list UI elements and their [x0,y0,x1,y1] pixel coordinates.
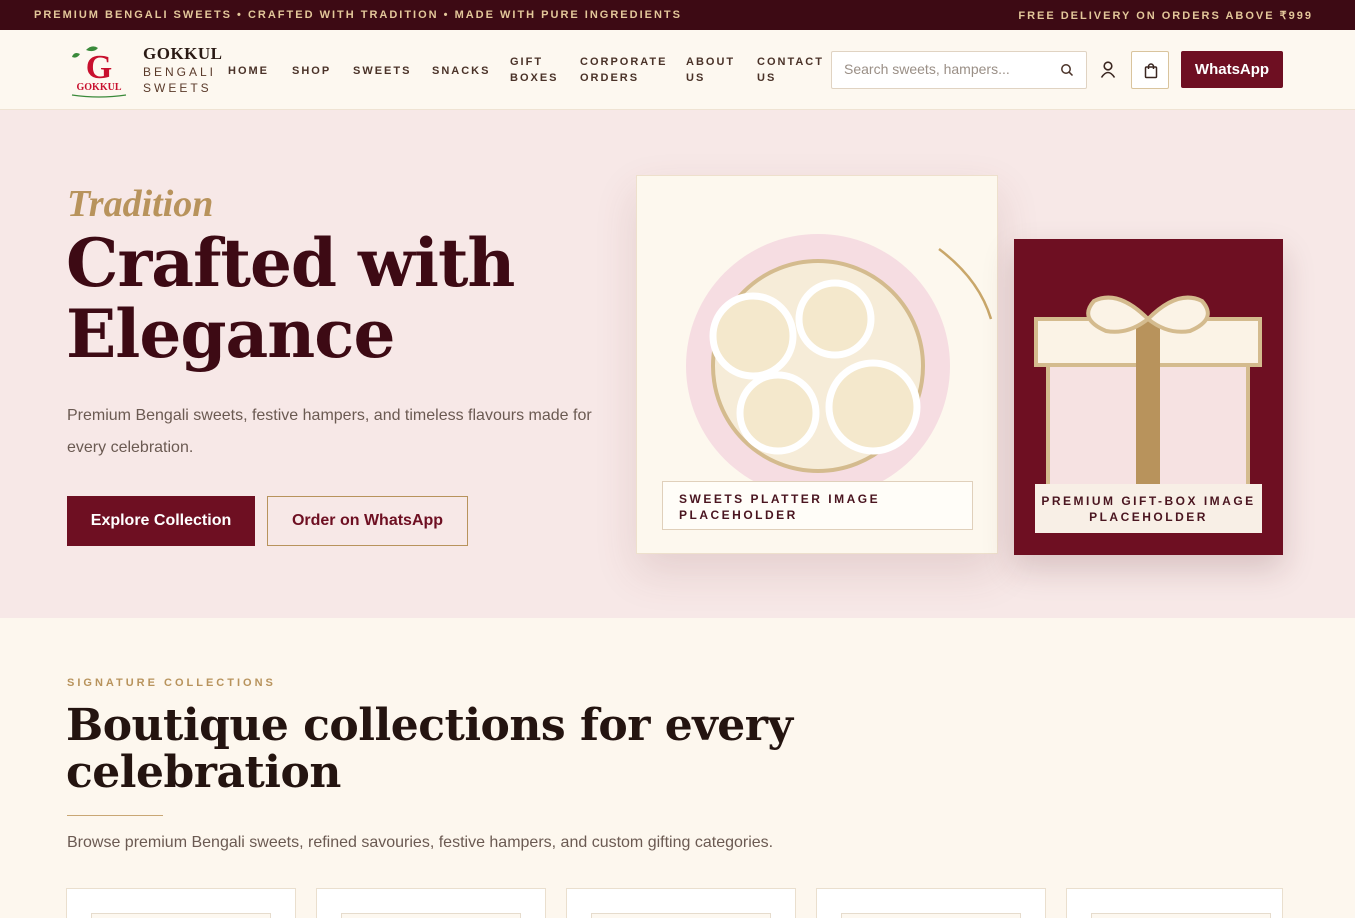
sweets-platter-card: SWEETS PLATTER IMAGE PLACEHOLDER [636,175,998,554]
announcement-bar: PREMIUM BENGALI SWEETS • CRAFTED WITH TR… [0,0,1355,30]
hero-eyebrow: Tradition [67,183,214,225]
search-input[interactable] [844,61,1044,77]
collections-divider [67,815,163,816]
svg-text:GOKKUL: GOKKUL [76,82,121,93]
collections-eyebrow: SIGNATURE COLLECTIONS [67,677,276,689]
collection-card-image [91,913,271,918]
hero-description: Premium Bengali sweets, festive hampers,… [67,407,592,456]
nav-snacks[interactable]: SNACKS [432,63,490,79]
collection-card[interactable] [566,888,796,918]
shopping-bag-icon [1144,63,1158,79]
search-icon[interactable] [1060,63,1074,82]
collection-card[interactable] [66,888,296,918]
nav-corporate-orders[interactable]: CORPORATE ORDERS [580,54,670,86]
svg-text:G: G [86,49,112,86]
site-header: G GOKKUL GOKKUL BENGALI SWEETS HOME SHOP… [0,30,1355,110]
hero-section: Tradition Crafted with Elegance Premium … [0,110,1355,618]
search-box [831,51,1087,89]
order-on-whatsapp-button[interactable]: Order on WhatsApp [267,496,468,546]
collection-card[interactable] [316,888,546,918]
collection-card-image [1091,913,1271,918]
nav-gift-boxes[interactable]: GIFT BOXES [510,54,570,86]
explore-collection-button[interactable]: Explore Collection [67,496,255,546]
whatsapp-button[interactable]: WhatsApp [1181,51,1283,88]
collection-card-image [341,913,521,918]
sweets-platter-label: SWEETS PLATTER IMAGE PLACEHOLDER [662,481,973,530]
collections-title: Boutique collections for every celebrati… [66,700,793,798]
collection-card[interactable] [1066,888,1283,918]
announcement-left: PREMIUM BENGALI SWEETS • CRAFTED WITH TR… [34,9,682,21]
collection-card[interactable] [816,888,1046,918]
free-delivery-notice: FREE DELIVERY ON ORDERS ABOVE ₹999 [1018,10,1313,22]
nav-sweets[interactable]: SWEETS [353,63,411,79]
collections-description: Browse premium Bengali sweets, refined s… [67,834,774,851]
nav-home[interactable]: HOME [228,63,269,79]
nav-shop[interactable]: SHOP [292,63,331,79]
user-icon[interactable] [1098,60,1118,85]
gift-box-card: PREMIUM GIFT-BOX IMAGE PLACEHOLDER [1014,239,1283,555]
collection-card-image [591,913,771,918]
brand-subtitle: BENGALI SWEETS [143,65,217,95]
nav-about-us[interactable]: ABOUT US [686,54,741,86]
hero-title: Crafted with Elegance [66,224,515,373]
collection-card-image [841,913,1021,918]
cart-button[interactable] [1131,51,1169,89]
brand-logo[interactable]: G GOKKUL [66,42,132,100]
brand-name: GOKKUL [143,44,223,63]
nav-contact-us[interactable]: CONTACT US [757,54,825,86]
gift-box-label: PREMIUM GIFT-BOX IMAGE PLACEHOLDER [1035,484,1262,533]
